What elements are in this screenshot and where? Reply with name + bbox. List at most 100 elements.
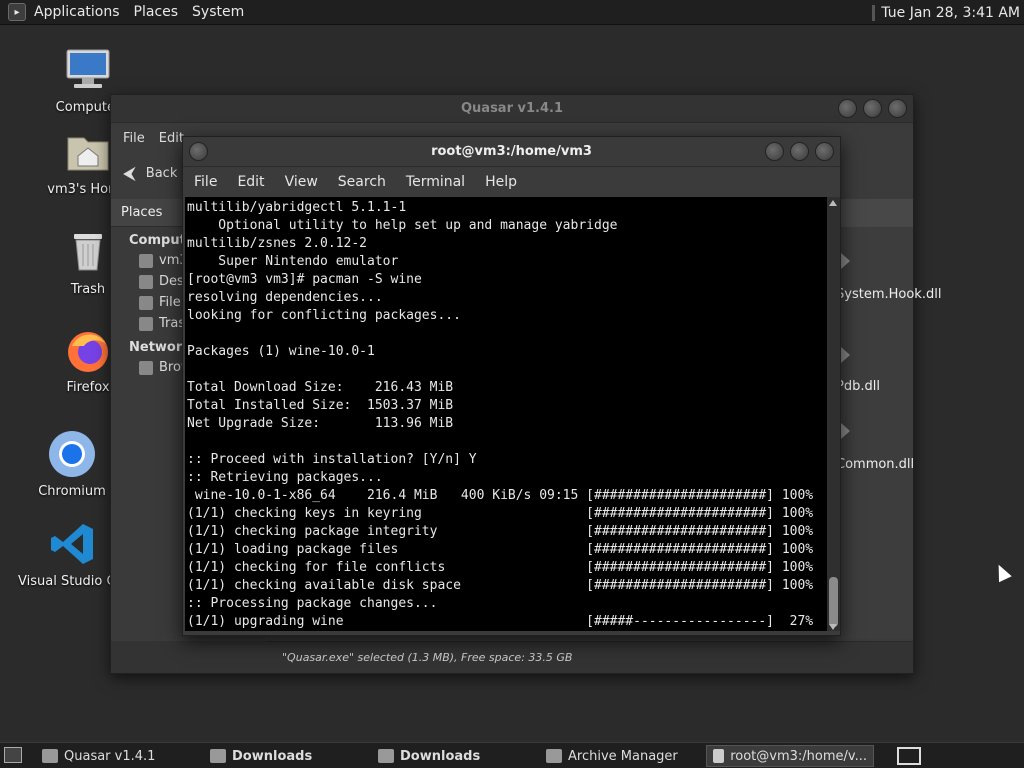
- chevron-right-icon: [841, 423, 850, 439]
- chevron-right-icon: [841, 347, 850, 363]
- taskbar-item-label: Downloads: [232, 748, 313, 764]
- status-bar: "Quasar.exe" selected (1.3 MB), Free spa…: [266, 641, 913, 673]
- terminal-icon: [713, 749, 725, 763]
- panel-clock[interactable]: Tue Jan 28, 3:41 AM: [881, 5, 1020, 21]
- window-controls: [838, 99, 907, 118]
- menu-edit[interactable]: Edit: [237, 174, 264, 190]
- terminal-line: Packages (1) wine-10.0-1: [187, 344, 375, 359]
- terminal-line: Optional utility to help set up and mana…: [187, 218, 618, 233]
- desktop-icon-label: Chromium: [38, 484, 106, 499]
- menu-view[interactable]: View: [285, 174, 318, 190]
- terminal-line: (1/1) checking package integrity [######…: [187, 524, 814, 539]
- taskbar-item-label: Quasar v1.4.1: [64, 748, 156, 764]
- terminal-title: root@vm3:/home/vm3: [431, 144, 592, 159]
- terminal-line: (1/1) loading package files [###########…: [187, 542, 814, 557]
- close-button[interactable]: [815, 142, 834, 161]
- terminal-line: Total Installed Size: 1503.37 MiB: [187, 398, 454, 413]
- drive-icon: [139, 295, 153, 310]
- taskbar-item-downloads-1[interactable]: Downloads: [204, 745, 318, 767]
- trash-icon: [139, 316, 153, 331]
- terminal-line: multilib/zsnes 2.0.12-2: [187, 236, 368, 251]
- minimize-button[interactable]: [838, 99, 857, 118]
- file-item[interactable]: System.Hook.dll: [836, 287, 941, 303]
- terminal-line: (1/1) checking for file conflicts [#####…: [187, 560, 814, 575]
- menu-search[interactable]: Search: [338, 174, 386, 190]
- file-manager-titlebar[interactable]: Quasar v1.4.1: [111, 95, 913, 123]
- terminal-line: Super Nintendo emulator: [187, 254, 399, 269]
- menu-file[interactable]: File: [123, 131, 145, 146]
- network-icon: [139, 360, 153, 375]
- terminal-menubar: File Edit View Search Terminal Help: [183, 167, 840, 197]
- system-menu[interactable]: System: [192, 4, 244, 20]
- file-manager-title: Quasar v1.4.1: [460, 101, 563, 116]
- maximize-button[interactable]: [863, 99, 882, 118]
- terminal-line: (1/1) checking available disk space [###…: [187, 578, 814, 593]
- applications-logo-icon[interactable]: ▸: [8, 3, 26, 21]
- minimize-button[interactable]: [765, 142, 784, 161]
- taskbar-item-quasar[interactable]: Quasar v1.4.1: [36, 745, 161, 767]
- terminal-window[interactable]: root@vm3:/home/vm3 File Edit View Search…: [182, 136, 841, 636]
- terminal-line: multilib/yabridgectl 5.1.1-1: [187, 200, 407, 215]
- terminal-line: [root@vm3 vm3]# pacman -S wine: [187, 272, 422, 287]
- taskbar-item-archive-manager[interactable]: Archive Manager: [540, 745, 684, 767]
- window-menu-button-group: [189, 142, 208, 161]
- terminal-line: Total Download Size: 216.43 MiB: [187, 380, 454, 395]
- folder-icon: [210, 749, 226, 763]
- file-item[interactable]: Pdb.dll: [836, 379, 880, 395]
- menu-file[interactable]: File: [194, 174, 217, 190]
- terminal-line: :: Processing package changes...: [187, 596, 438, 611]
- chevron-right-icon: [841, 253, 850, 269]
- sidebar-footer: [111, 641, 266, 673]
- terminal-line: :: Retrieving packages...: [187, 470, 383, 485]
- terminal-line: looking for conflicting packages...: [187, 308, 461, 323]
- maximize-button[interactable]: [790, 142, 809, 161]
- archive-icon: [546, 749, 562, 763]
- desktop-icon-label: Visual Studio Code: [18, 574, 118, 589]
- applications-menu[interactable]: Applications: [34, 4, 120, 20]
- terminal-line: Net Upgrade Size: 113.96 MiB: [187, 416, 454, 431]
- workspace-switcher[interactable]: [897, 747, 921, 765]
- taskbar-item-label: Downloads: [400, 748, 481, 764]
- home-folder-icon: [64, 128, 112, 176]
- trash-icon: [64, 228, 112, 276]
- close-button[interactable]: [888, 99, 907, 118]
- window-menu-button[interactable]: [189, 142, 208, 161]
- scrollbar-thumb[interactable]: [829, 577, 838, 627]
- terminal-line: (1/1) upgrading wine [#####-------------…: [187, 614, 814, 629]
- bottom-taskbar: Quasar v1.4.1 Downloads Downloads Archiv…: [0, 742, 1024, 768]
- clock-area: Tue Jan 28, 3:41 AM: [872, 0, 1024, 25]
- taskbar-item-terminal[interactable]: root@vm3:/home/v...: [706, 745, 874, 767]
- panel-menu: ▸ Applications Places System: [0, 3, 244, 21]
- folder-icon: [42, 749, 58, 763]
- chromium-icon: [48, 430, 96, 478]
- menu-help[interactable]: Help: [485, 174, 517, 190]
- top-panel: ▸ Applications Places System Tue Jan 28,…: [0, 0, 1024, 25]
- scroll-up-arrow-icon[interactable]: [829, 200, 837, 206]
- menu-edit[interactable]: Edit: [159, 131, 184, 146]
- file-item[interactable]: Common.dll: [836, 457, 914, 473]
- terminal-line: resolving dependencies...: [187, 290, 383, 305]
- back-button[interactable]: Back: [146, 166, 178, 181]
- folder-icon: [378, 749, 394, 763]
- terminal-line: (1/1) checking keys in keyring [########…: [187, 506, 814, 521]
- desktop-icon: [139, 274, 153, 289]
- show-desktop-button[interactable]: [4, 747, 22, 763]
- terminal-scrollbar[interactable]: [827, 197, 840, 631]
- panel-separator: [872, 4, 876, 21]
- terminal-line: wine-10.0-1-x86_64 216.4 MiB 400 KiB/s 0…: [187, 488, 814, 503]
- home-icon: [139, 253, 153, 268]
- places-menu[interactable]: Places: [134, 4, 179, 20]
- desktop-icon-chromium[interactable]: Chromium: [22, 430, 122, 499]
- terminal-line: :: Proceed with installation? [Y/n] Y: [187, 452, 477, 467]
- scroll-down-arrow-icon[interactable]: [829, 624, 837, 630]
- vscode-icon: [49, 520, 97, 568]
- terminal-titlebar[interactable]: root@vm3:/home/vm3: [183, 137, 840, 167]
- menu-terminal[interactable]: Terminal: [406, 174, 465, 190]
- window-controls: [765, 142, 834, 161]
- mouse-cursor-icon: [992, 561, 1012, 583]
- taskbar-item-downloads-2[interactable]: Downloads: [372, 745, 486, 767]
- terminal-output[interactable]: multilib/yabridgectl 5.1.1-1 Optional ut…: [185, 197, 827, 631]
